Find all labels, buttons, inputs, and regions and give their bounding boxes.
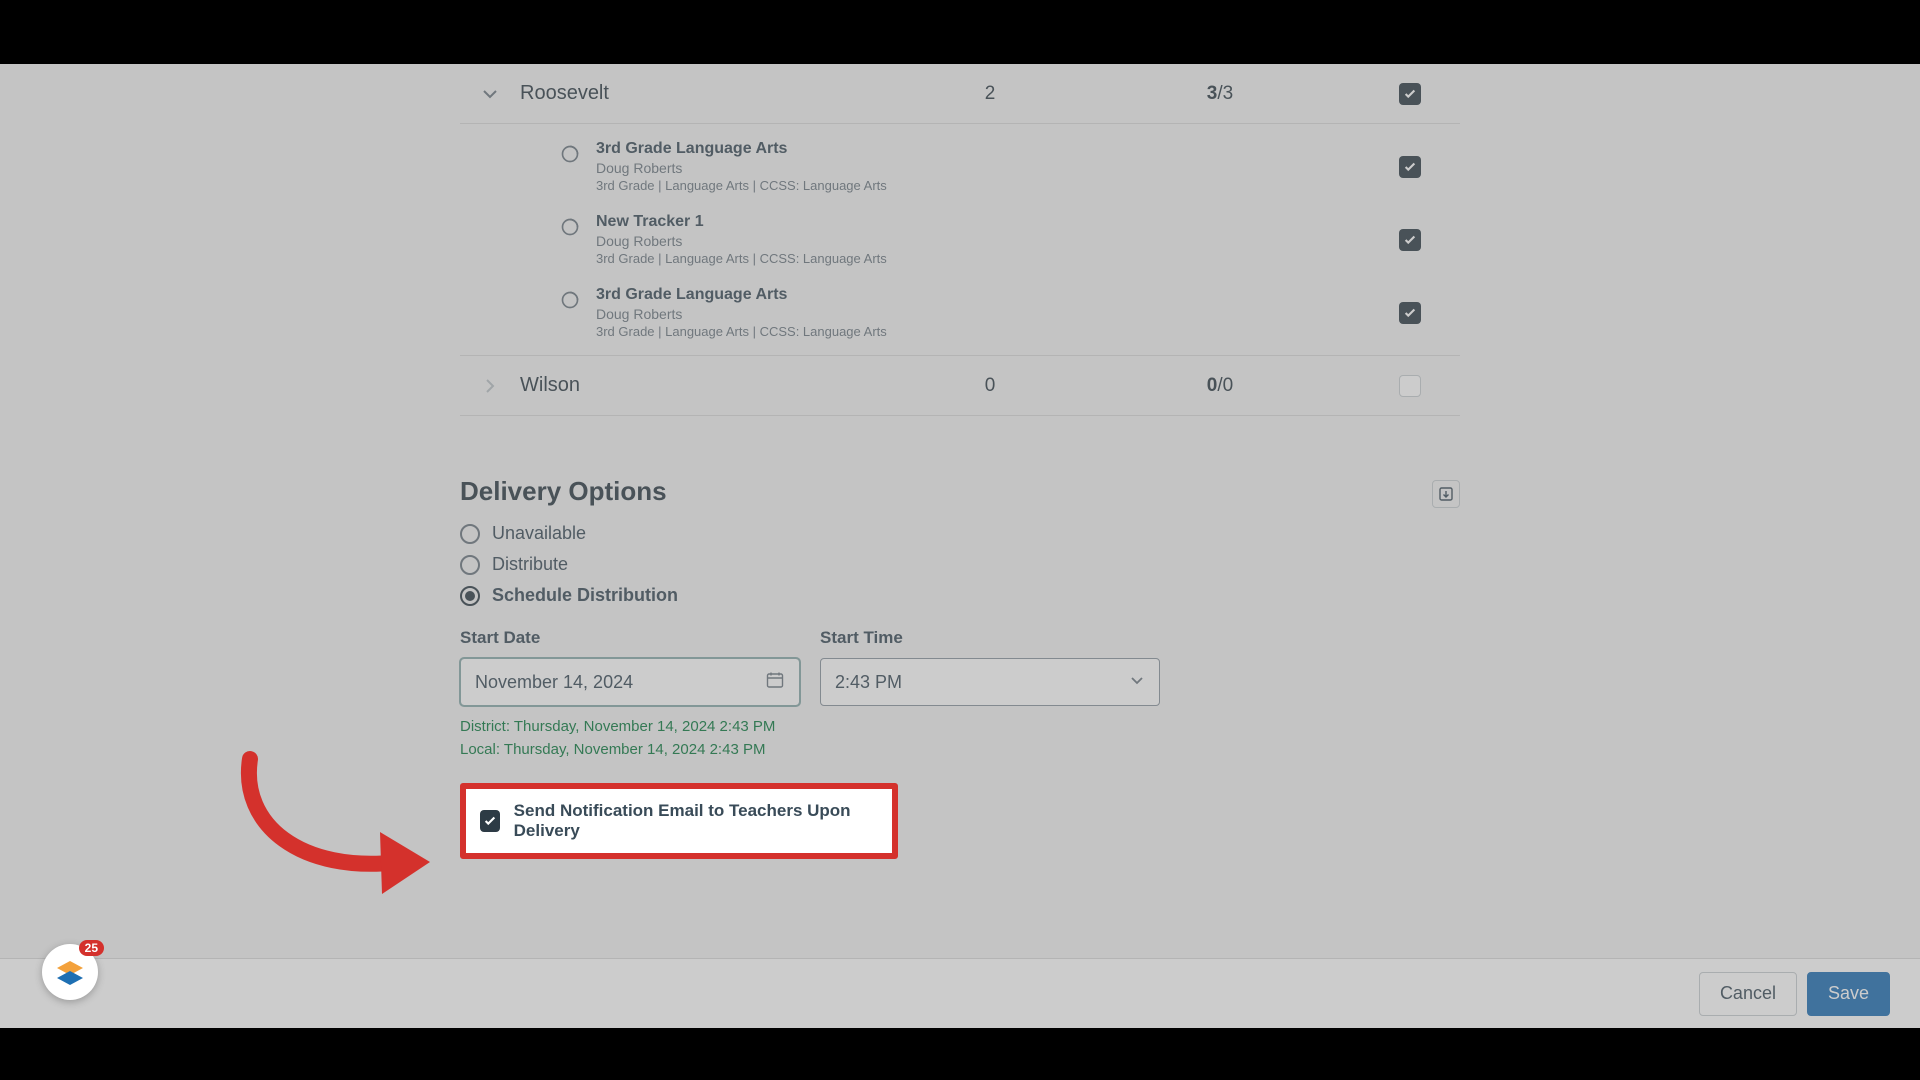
radio-unavailable[interactable]: Unavailable [460,523,1460,544]
highlight-box: Send Notification Email to Teachers Upon… [460,783,898,859]
tracker-icon [560,144,580,169]
class-title: New Tracker 1 [596,213,887,231]
school-count: 0 [910,375,1070,397]
class-title: 3rd Grade Language Arts [596,286,887,304]
class-list-roosevelt: 3rd Grade Language Arts Doug Roberts 3rd… [460,124,1460,356]
start-date-label: Start Date [460,628,800,648]
class-teacher: Doug Roberts [596,160,887,176]
chevron-down-icon [1129,672,1145,693]
badge-count: 25 [79,940,104,956]
school-checkbox[interactable] [1399,375,1421,397]
delivery-options-section: Delivery Options Unavailable Distribute … [460,476,1460,859]
school-fraction: 0/0 [1070,375,1370,397]
cancel-button[interactable]: Cancel [1699,972,1797,1016]
tracker-icon [560,290,580,315]
notify-checkbox-row[interactable]: Send Notification Email to Teachers Upon… [470,793,888,849]
radio-distribute[interactable]: Distribute [460,554,1460,575]
school-row-roosevelt[interactable]: Roosevelt 2 3/3 [460,64,1460,124]
radio-schedule[interactable]: Schedule Distribution [460,585,1460,606]
class-meta: 3rd Grade | Language Arts | CCSS: Langua… [596,324,887,339]
school-count: 2 [910,83,1070,105]
class-teacher: Doug Roberts [596,306,887,322]
class-checkbox[interactable] [1399,156,1421,178]
start-time-value: 2:43 PM [835,672,902,693]
school-fraction: 3/3 [1070,83,1370,105]
class-row[interactable]: 3rd Grade Language Arts Doug Roberts 3rd… [460,130,1460,203]
class-meta: 3rd Grade | Language Arts | CCSS: Langua… [596,178,887,193]
class-teacher: Doug Roberts [596,233,887,249]
save-button[interactable]: Save [1807,972,1890,1016]
start-date-value: November 14, 2024 [475,672,633,693]
school-row-wilson[interactable]: Wilson 0 0/0 [460,356,1460,416]
class-checkbox[interactable] [1399,302,1421,324]
local-hint: Local: Thursday, November 14, 2024 2:43 … [460,739,1460,762]
radio-label: Unavailable [492,523,586,544]
class-meta: 3rd Grade | Language Arts | CCSS: Langua… [596,251,887,266]
school-name: Roosevelt [520,82,910,105]
radio-label: Schedule Distribution [492,585,678,606]
district-hint: District: Thursday, November 14, 2024 2:… [460,716,1460,739]
import-icon[interactable] [1432,480,1460,508]
chevron-right-icon[interactable] [460,378,520,394]
notify-label: Send Notification Email to Teachers Upon… [514,801,878,841]
tracker-icon [560,217,580,242]
app-logo-icon [53,955,87,989]
footer-bar: Cancel Save [0,958,1920,1028]
annotation-arrow [230,744,450,904]
calendar-icon [765,670,785,695]
start-date-input[interactable]: November 14, 2024 [460,658,800,706]
class-title: 3rd Grade Language Arts [596,140,887,158]
chevron-down-icon[interactable] [460,86,520,102]
main-content: Roosevelt 2 3/3 3rd Grade La [460,64,1460,948]
delivery-heading: Delivery Options [460,476,1460,507]
class-row[interactable]: New Tracker 1 Doug Roberts 3rd Grade | L… [460,203,1460,276]
school-checkbox[interactable] [1399,83,1421,105]
notify-checkbox[interactable] [480,810,500,832]
start-time-input[interactable]: 2:43 PM [820,658,1160,706]
app-badge[interactable]: 25 [42,944,98,1000]
class-checkbox[interactable] [1399,229,1421,251]
radio-label: Distribute [492,554,568,575]
school-name: Wilson [520,374,910,397]
class-row[interactable]: 3rd Grade Language Arts Doug Roberts 3rd… [460,276,1460,349]
start-time-label: Start Time [820,628,1160,648]
timezone-hints: District: Thursday, November 14, 2024 2:… [460,716,1460,761]
